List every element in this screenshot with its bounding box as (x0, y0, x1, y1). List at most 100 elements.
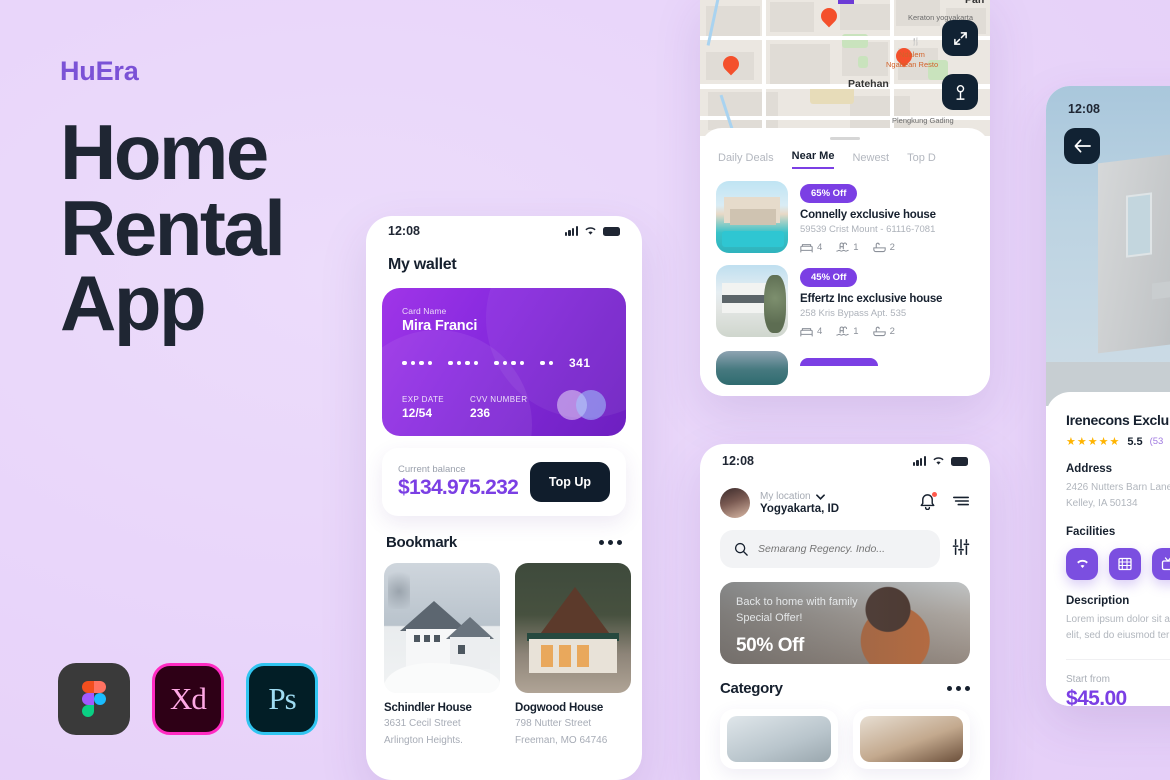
balance-value: $134.975.232 (398, 476, 519, 499)
status-time: 12:08 (1068, 102, 1100, 116)
card-exp-value: 12/54 (402, 406, 433, 420)
menu-icon[interactable] (952, 494, 970, 512)
search-input[interactable] (758, 543, 926, 555)
bookmark-card[interactable]: Dogwood House 798 Nutter Street Freeman,… (515, 563, 631, 747)
category-card[interactable] (852, 709, 970, 769)
property-detail-screen: 12:08 Irenecons Exclu ★★★★★ 5.5 (53 Addr… (1046, 86, 1170, 706)
promo-headline: 50% Off (736, 634, 804, 656)
photoshop-icon: Ps (246, 663, 318, 735)
description-line-1: Lorem ipsum dolor sit a (1066, 614, 1170, 625)
top-up-button[interactable]: Top Up (529, 462, 610, 502)
title-line-3: App (60, 259, 207, 348)
status-bar: 12:08 (366, 216, 642, 246)
back-button[interactable] (1064, 128, 1100, 164)
bath-count: 2 (872, 242, 895, 253)
discount-badge: 65% Off (800, 184, 858, 203)
category-grid (700, 697, 990, 769)
listing-tabs: Daily Deals Near Me Newest Top D (700, 140, 990, 169)
tab-newest[interactable]: Newest (852, 152, 889, 169)
listing-address: 59539 Crist Mount - 61116-7081 (800, 224, 936, 235)
filter-icon[interactable] (952, 538, 970, 561)
notification-bell-icon[interactable] (919, 491, 937, 515)
tab-near-me[interactable]: Near Me (791, 150, 835, 169)
facilities-row (1066, 548, 1170, 580)
credit-card[interactable]: Card Name Mira Franci 341 EXP DATE 12/54… (382, 288, 626, 436)
battery-icon (603, 226, 620, 236)
map-pin[interactable] (723, 56, 739, 78)
property-detail-sheet: Irenecons Exclu ★★★★★ 5.5 (53 Address 24… (1046, 392, 1170, 706)
locate-me-button[interactable] (942, 74, 978, 110)
promo-line-2: Special Offer! (736, 611, 803, 624)
bed-icon (800, 244, 813, 253)
category-card[interactable] (720, 709, 838, 769)
tab-daily-deals[interactable]: Daily Deals (718, 152, 774, 169)
restaurant-icon: 🍴 (911, 37, 921, 46)
bath-icon (872, 242, 886, 253)
listing-item[interactable]: 65% Off Connelly exclusive house 59539 C… (700, 169, 990, 253)
adobe-xd-label: Xd (170, 681, 207, 716)
bath-icon (872, 326, 886, 337)
description-line-2: elit, sed do eiusmod ter (1066, 630, 1170, 641)
listing-image (716, 265, 788, 337)
bed-count: 4 (800, 242, 822, 253)
pool-icon (836, 326, 850, 336)
promo-line-1: Back to home with family (736, 596, 858, 608)
avatar[interactable] (720, 488, 750, 518)
rating-count: (53 (1149, 436, 1164, 447)
map-label: Patehan (848, 78, 889, 90)
address-line-1: 2426 Nutters Barn Lane (1066, 482, 1170, 493)
tab-top-deals[interactable]: Top D (907, 152, 936, 169)
promo-banner[interactable]: Back to home with family Special Offer! … (720, 582, 970, 664)
listing-item[interactable]: 45% Off Effertz Inc exclusive house 258 … (700, 253, 990, 337)
bookmark-image (515, 563, 631, 693)
status-icons (912, 456, 968, 466)
listing-body: 45% Off Effertz Inc exclusive house 258 … (800, 265, 942, 337)
property-title: Irenecons Exclu (1066, 412, 1169, 428)
category-header: Category (700, 664, 990, 697)
wifi-icon (933, 457, 944, 465)
card-name-label: Card Name (402, 306, 447, 316)
listing-item-partial[interactable] (700, 337, 990, 385)
map-pin[interactable] (821, 8, 837, 30)
card-digit-group-1 (402, 360, 432, 366)
tv-icon[interactable] (1152, 548, 1170, 580)
location-info[interactable]: My location Yogyakarta, ID (760, 491, 839, 515)
star-rating-icon: ★★★★★ (1066, 436, 1121, 448)
search-box[interactable] (720, 530, 940, 568)
title-line-1: Home (60, 108, 269, 196)
collapse-map-button[interactable] (942, 20, 978, 56)
card-exp: EXP DATE 12/54 (402, 395, 444, 420)
wallet-screen: 12:08 My wallet Card Name Mira Franci 34… (366, 216, 642, 780)
abacus-icon[interactable] (1109, 548, 1141, 580)
bed-icon (800, 328, 813, 337)
user-location-marker (838, 0, 854, 12)
bookmark-grid: Schindler House 3631 Cecil Street Arling… (366, 551, 642, 747)
rating-row: ★★★★★ 5.5 (53 (1066, 435, 1170, 449)
pool-icon (836, 242, 850, 252)
map-label: Ndalem (899, 50, 925, 59)
divider (1066, 659, 1170, 660)
listing-image (716, 351, 788, 385)
card-holder-name: Mira Franci (402, 318, 478, 334)
wifi-icon[interactable] (1066, 548, 1098, 580)
listing-title: Connelly exclusive house (800, 209, 936, 221)
bookmark-more-icon[interactable] (599, 540, 622, 545)
adobe-xd-icon: Xd (152, 663, 224, 735)
card-digit-group-4 (540, 360, 553, 366)
facilities-label: Facilities (1066, 526, 1116, 538)
location-value: Yogyakarta, ID (760, 503, 840, 515)
listing-sheet: Daily Deals Near Me Newest Top D 65% Off… (700, 128, 990, 396)
pool-count: 1 (836, 326, 859, 337)
category-image (727, 716, 831, 762)
card-cvv-label: CVV NUMBER (470, 395, 528, 404)
card-footer: EXP DATE 12/54 CVV NUMBER 236 (402, 390, 606, 420)
category-more-icon[interactable] (947, 686, 970, 691)
bookmark-card[interactable]: Schindler House 3631 Cecil Street Arling… (384, 563, 500, 747)
listing-body (800, 351, 878, 385)
wifi-icon (585, 227, 596, 235)
map-canvas[interactable]: Keraton yogyakarta Ndalem Ngabean Resto … (700, 0, 990, 136)
wallet-title: My wallet (388, 256, 457, 273)
photoshop-label: Ps (268, 681, 296, 716)
price-label: Start from (1066, 674, 1110, 685)
bookmark-title: Bookmark (386, 534, 457, 551)
